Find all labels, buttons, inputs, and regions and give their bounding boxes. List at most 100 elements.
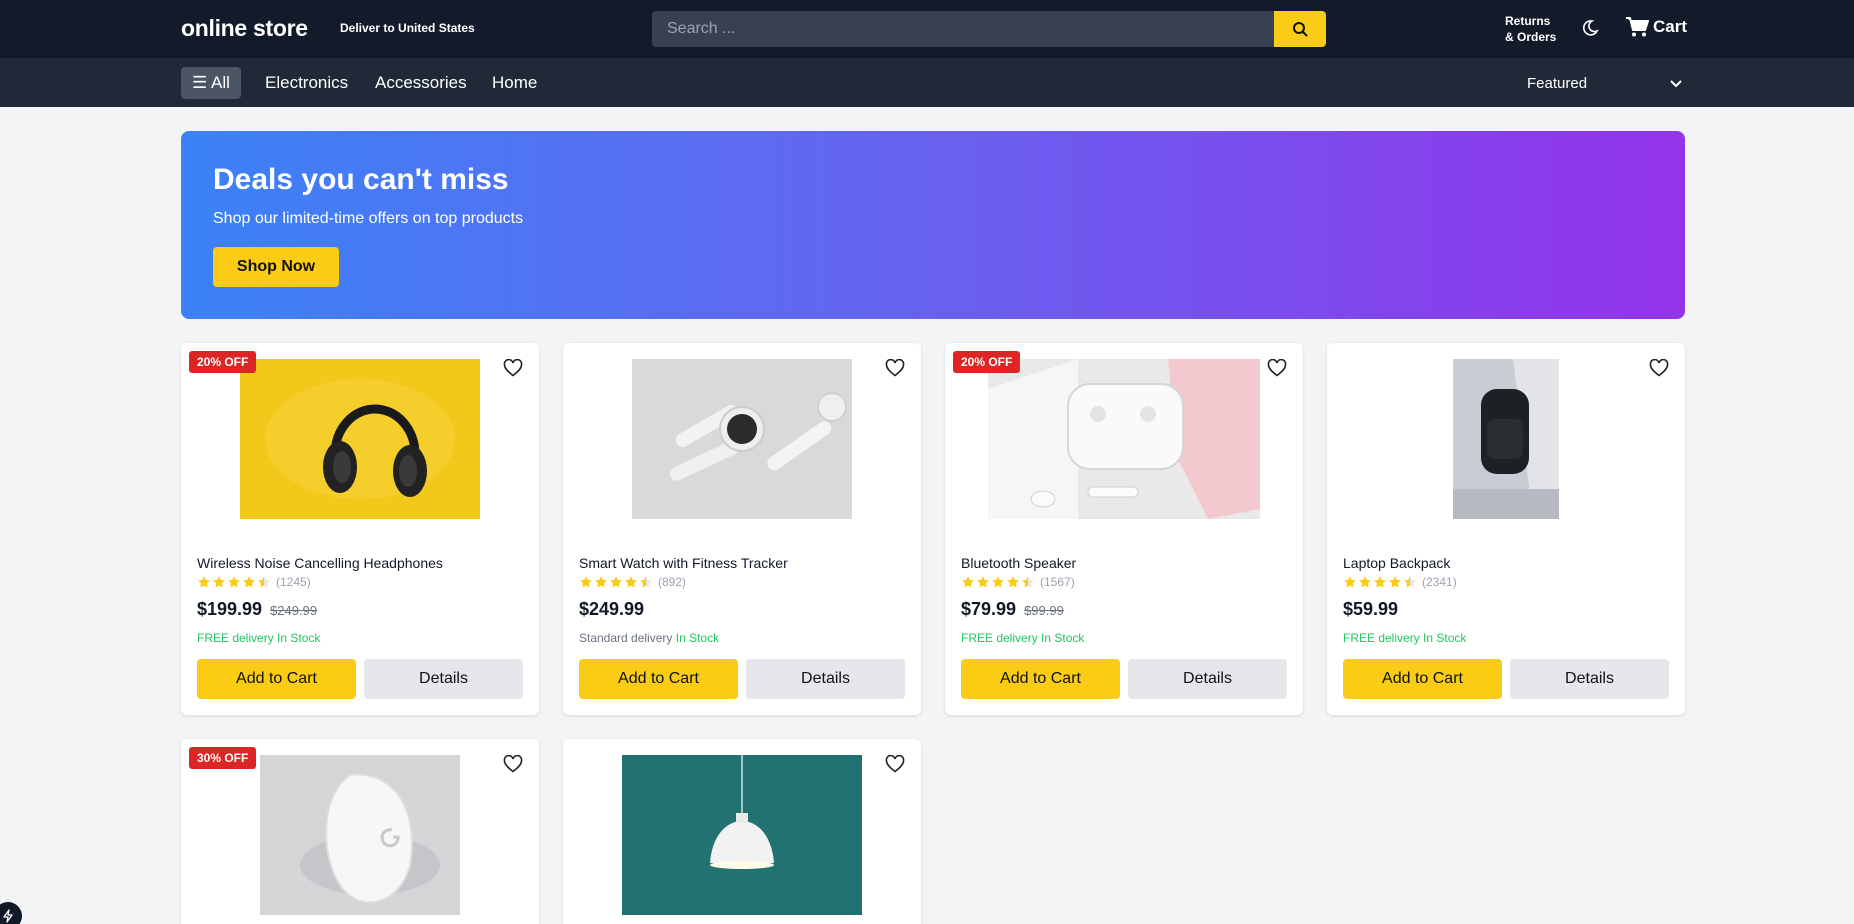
wishlist-heart-icon[interactable] bbox=[1649, 359, 1669, 377]
star-half-icon bbox=[1404, 576, 1416, 588]
product-image[interactable] bbox=[632, 359, 852, 519]
product-card[interactable] bbox=[563, 739, 921, 924]
sort-select[interactable]: Featured bbox=[1527, 75, 1682, 92]
delivery-info: FREE delivery In Stock bbox=[1343, 631, 1466, 645]
discount-badge: 20% OFF bbox=[953, 351, 1021, 373]
star-icon bbox=[625, 576, 637, 588]
deliver-to[interactable]: Deliver to United States bbox=[340, 21, 475, 35]
nav-link-electronics[interactable]: Electronics bbox=[265, 73, 348, 93]
details-button[interactable]: Details bbox=[746, 659, 905, 699]
product-name[interactable]: Smart Watch with Fitness Tracker bbox=[579, 555, 788, 571]
shop-now-button[interactable]: Shop Now bbox=[213, 247, 339, 287]
original-price: $99.99 bbox=[1024, 603, 1064, 618]
search-button[interactable] bbox=[1274, 11, 1326, 47]
current-price: $199.99 bbox=[197, 599, 263, 619]
star-icon bbox=[228, 576, 240, 588]
nav-all-button[interactable]: ☰ All bbox=[181, 67, 241, 99]
details-button[interactable]: Details bbox=[1510, 659, 1669, 699]
star-icon bbox=[198, 576, 210, 588]
product-name[interactable]: Wireless Noise Cancelling Headphones bbox=[197, 555, 443, 571]
delivery-type: FREE delivery bbox=[961, 631, 1038, 645]
product-price: $249.99 bbox=[579, 599, 644, 620]
current-price: $249.99 bbox=[579, 599, 645, 619]
discount-badge: 20% OFF bbox=[189, 351, 257, 373]
delivery-info: FREE delivery In Stock bbox=[961, 631, 1084, 645]
category-nav: ☰ All Electronics Accessories Home Featu… bbox=[0, 58, 1854, 107]
product-image[interactable] bbox=[240, 359, 480, 519]
details-button[interactable]: Details bbox=[364, 659, 523, 699]
star-icon bbox=[1374, 576, 1386, 588]
product-name[interactable]: Laptop Backpack bbox=[1343, 555, 1450, 571]
star-icon bbox=[243, 576, 255, 588]
add-to-cart-button[interactable]: Add to Cart bbox=[1343, 659, 1502, 699]
star-icon bbox=[992, 576, 1004, 588]
star-icon bbox=[1344, 576, 1356, 588]
review-count[interactable]: (2341) bbox=[1422, 575, 1457, 589]
review-count[interactable]: (1567) bbox=[1040, 575, 1075, 589]
product-image[interactable] bbox=[988, 359, 1260, 519]
star-icon bbox=[977, 576, 989, 588]
product-rating: (1245) bbox=[197, 575, 311, 589]
wishlist-heart-icon[interactable] bbox=[503, 359, 523, 377]
product-price: $79.99 $99.99 bbox=[961, 599, 1064, 620]
stock-status: In Stock bbox=[1041, 631, 1085, 645]
original-price: $249.99 bbox=[270, 603, 318, 618]
current-price: $79.99 bbox=[961, 599, 1017, 619]
star-icon bbox=[962, 576, 974, 588]
add-to-cart-button[interactable]: Add to Cart bbox=[579, 659, 738, 699]
top-header: online store Deliver to United States Re… bbox=[0, 0, 1854, 58]
returns-line1: Returns bbox=[1505, 14, 1551, 28]
product-card[interactable]: Smart Watch with Fitness Tracker (892) $… bbox=[563, 343, 921, 715]
add-to-cart-button[interactable]: Add to Cart bbox=[197, 659, 356, 699]
star-icon bbox=[1359, 576, 1371, 588]
nav-link-home[interactable]: Home bbox=[492, 73, 537, 93]
star-half-icon bbox=[1022, 576, 1034, 588]
star-icon bbox=[1389, 576, 1401, 588]
product-rating: (892) bbox=[579, 575, 686, 589]
lightning-icon bbox=[3, 909, 13, 923]
returns-orders-link[interactable]: Returns & Orders bbox=[1505, 13, 1556, 45]
product-rating: (2341) bbox=[1343, 575, 1457, 589]
promo-banner: Deals you can't miss Shop our limited-ti… bbox=[181, 131, 1685, 319]
wishlist-heart-icon[interactable] bbox=[885, 755, 905, 773]
wishlist-heart-icon[interactable] bbox=[885, 359, 905, 377]
add-to-cart-button[interactable]: Add to Cart bbox=[961, 659, 1120, 699]
product-image[interactable] bbox=[260, 755, 460, 915]
stock-status: In Stock bbox=[675, 631, 720, 645]
delivery-info: Standard delivery In Stock bbox=[579, 631, 719, 645]
product-image[interactable] bbox=[622, 755, 862, 915]
dark-mode-toggle-icon[interactable] bbox=[1580, 18, 1600, 38]
store-logo[interactable]: online store bbox=[181, 15, 308, 42]
current-price: $59.99 bbox=[1343, 599, 1399, 619]
product-name[interactable]: Bluetooth Speaker bbox=[961, 555, 1076, 571]
chevron-down-icon bbox=[1670, 79, 1682, 87]
banner-subtitle: Shop our limited-time offers on top prod… bbox=[213, 210, 524, 227]
discount-badge: 30% OFF bbox=[189, 747, 257, 769]
product-image[interactable] bbox=[1453, 359, 1559, 519]
product-card[interactable]: 20% OFF Bluetooth Speaker (1567) $79.99 … bbox=[945, 343, 1303, 715]
wishlist-heart-icon[interactable] bbox=[503, 755, 523, 773]
delivery-type: FREE delivery bbox=[197, 631, 274, 645]
search-input[interactable] bbox=[652, 11, 1274, 47]
star-icon bbox=[580, 576, 592, 588]
banner-title: Deals you can't miss bbox=[213, 163, 509, 196]
wishlist-heart-icon[interactable] bbox=[1267, 359, 1287, 377]
delivery-type: Standard delivery bbox=[579, 631, 673, 645]
floating-action-button[interactable] bbox=[0, 902, 22, 924]
details-button[interactable]: Details bbox=[1128, 659, 1287, 699]
sort-selected: Featured bbox=[1527, 75, 1588, 92]
review-count[interactable]: (1245) bbox=[276, 575, 311, 589]
nav-link-accessories[interactable]: Accessories bbox=[375, 73, 467, 93]
product-card[interactable]: 30% OFF bbox=[181, 739, 539, 924]
review-count[interactable]: (892) bbox=[658, 575, 686, 589]
star-half-icon bbox=[258, 576, 270, 588]
product-price: $199.99 $249.99 bbox=[197, 599, 317, 620]
delivery-info: FREE delivery In Stock bbox=[197, 631, 320, 645]
returns-line2: & Orders bbox=[1505, 30, 1557, 44]
product-card[interactable]: Laptop Backpack (2341) $59.99 FREE deliv… bbox=[1327, 343, 1685, 715]
star-icon bbox=[610, 576, 622, 588]
product-card[interactable]: 20% OFF Wireless Noise Cancelling Headph… bbox=[181, 343, 539, 715]
star-half-icon bbox=[640, 576, 652, 588]
cart-icon bbox=[1626, 17, 1649, 37]
cart-button[interactable]: Cart bbox=[1625, 16, 1687, 38]
